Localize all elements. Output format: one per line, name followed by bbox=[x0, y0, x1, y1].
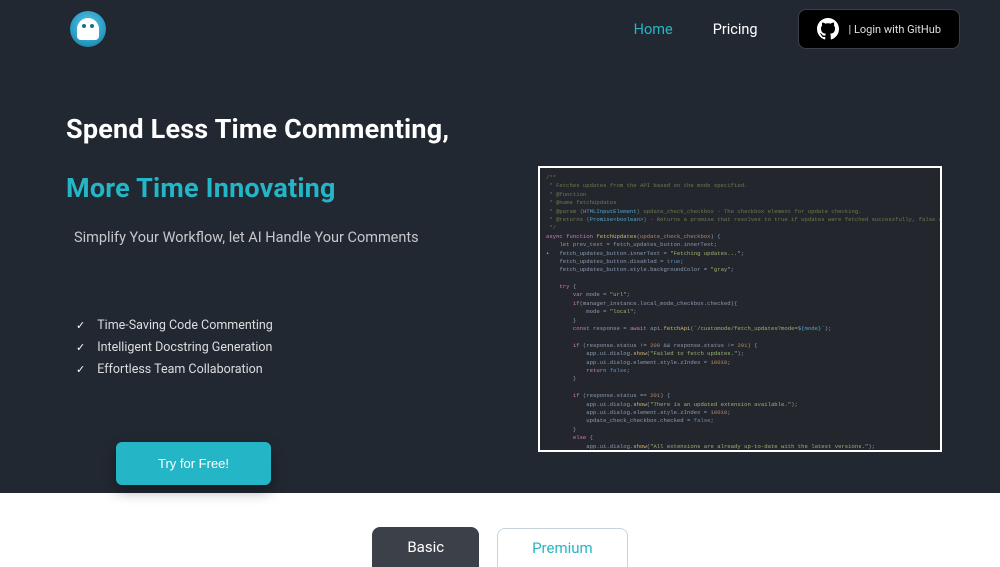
logo-robot-icon bbox=[77, 18, 99, 40]
check-icon: ✓ bbox=[76, 319, 85, 332]
nav-link-home[interactable]: Home bbox=[634, 21, 673, 38]
pricing-tabs-section: Basic Premium bbox=[0, 493, 1000, 563]
headline-accent: More Time Innovating bbox=[66, 172, 336, 204]
list-item: ✓ Time-Saving Code Commenting bbox=[76, 318, 489, 333]
login-github-button[interactable]: | Login with GitHub bbox=[798, 9, 960, 49]
github-icon bbox=[817, 18, 839, 40]
feature-text: Intelligent Docstring Generation bbox=[97, 340, 272, 355]
tab-basic[interactable]: Basic bbox=[372, 527, 479, 567]
logo[interactable] bbox=[70, 11, 106, 47]
headline-plain: Spend Less Time Commenting, bbox=[66, 113, 449, 145]
login-label: | Login with GitHub bbox=[849, 23, 941, 36]
list-item: ✓ Intelligent Docstring Generation bbox=[76, 340, 489, 355]
nav-link-pricing[interactable]: Pricing bbox=[713, 21, 758, 38]
check-icon: ✓ bbox=[76, 341, 85, 354]
subheadline: Simplify Your Workflow, let AI Handle Yo… bbox=[74, 229, 489, 246]
hero-right-column: /** * Fetches updates from the API based… bbox=[519, 100, 942, 485]
page-headline: Spend Less Time Commenting, More Time In… bbox=[66, 100, 489, 219]
code-preview: /** * Fetches updates from the API based… bbox=[538, 166, 942, 452]
hero-content: Spend Less Time Commenting, More Time In… bbox=[0, 58, 1000, 485]
list-item: ✓ Effortless Team Collaboration bbox=[76, 362, 489, 377]
try-free-button[interactable]: Try for Free! bbox=[116, 442, 271, 485]
feature-text: Time-Saving Code Commenting bbox=[97, 318, 273, 333]
feature-list: ✓ Time-Saving Code Commenting ✓ Intelligen… bbox=[76, 318, 489, 377]
nav-right: Home Pricing | Login with GitHub bbox=[634, 9, 960, 49]
navbar: Home Pricing | Login with GitHub bbox=[0, 0, 1000, 58]
tab-premium[interactable]: Premium bbox=[497, 528, 628, 567]
hero-section: Home Pricing | Login with GitHub Spend L… bbox=[0, 0, 1000, 493]
hero-left-column: Spend Less Time Commenting, More Time In… bbox=[66, 100, 489, 485]
check-icon: ✓ bbox=[76, 363, 85, 376]
feature-text: Effortless Team Collaboration bbox=[97, 362, 262, 377]
